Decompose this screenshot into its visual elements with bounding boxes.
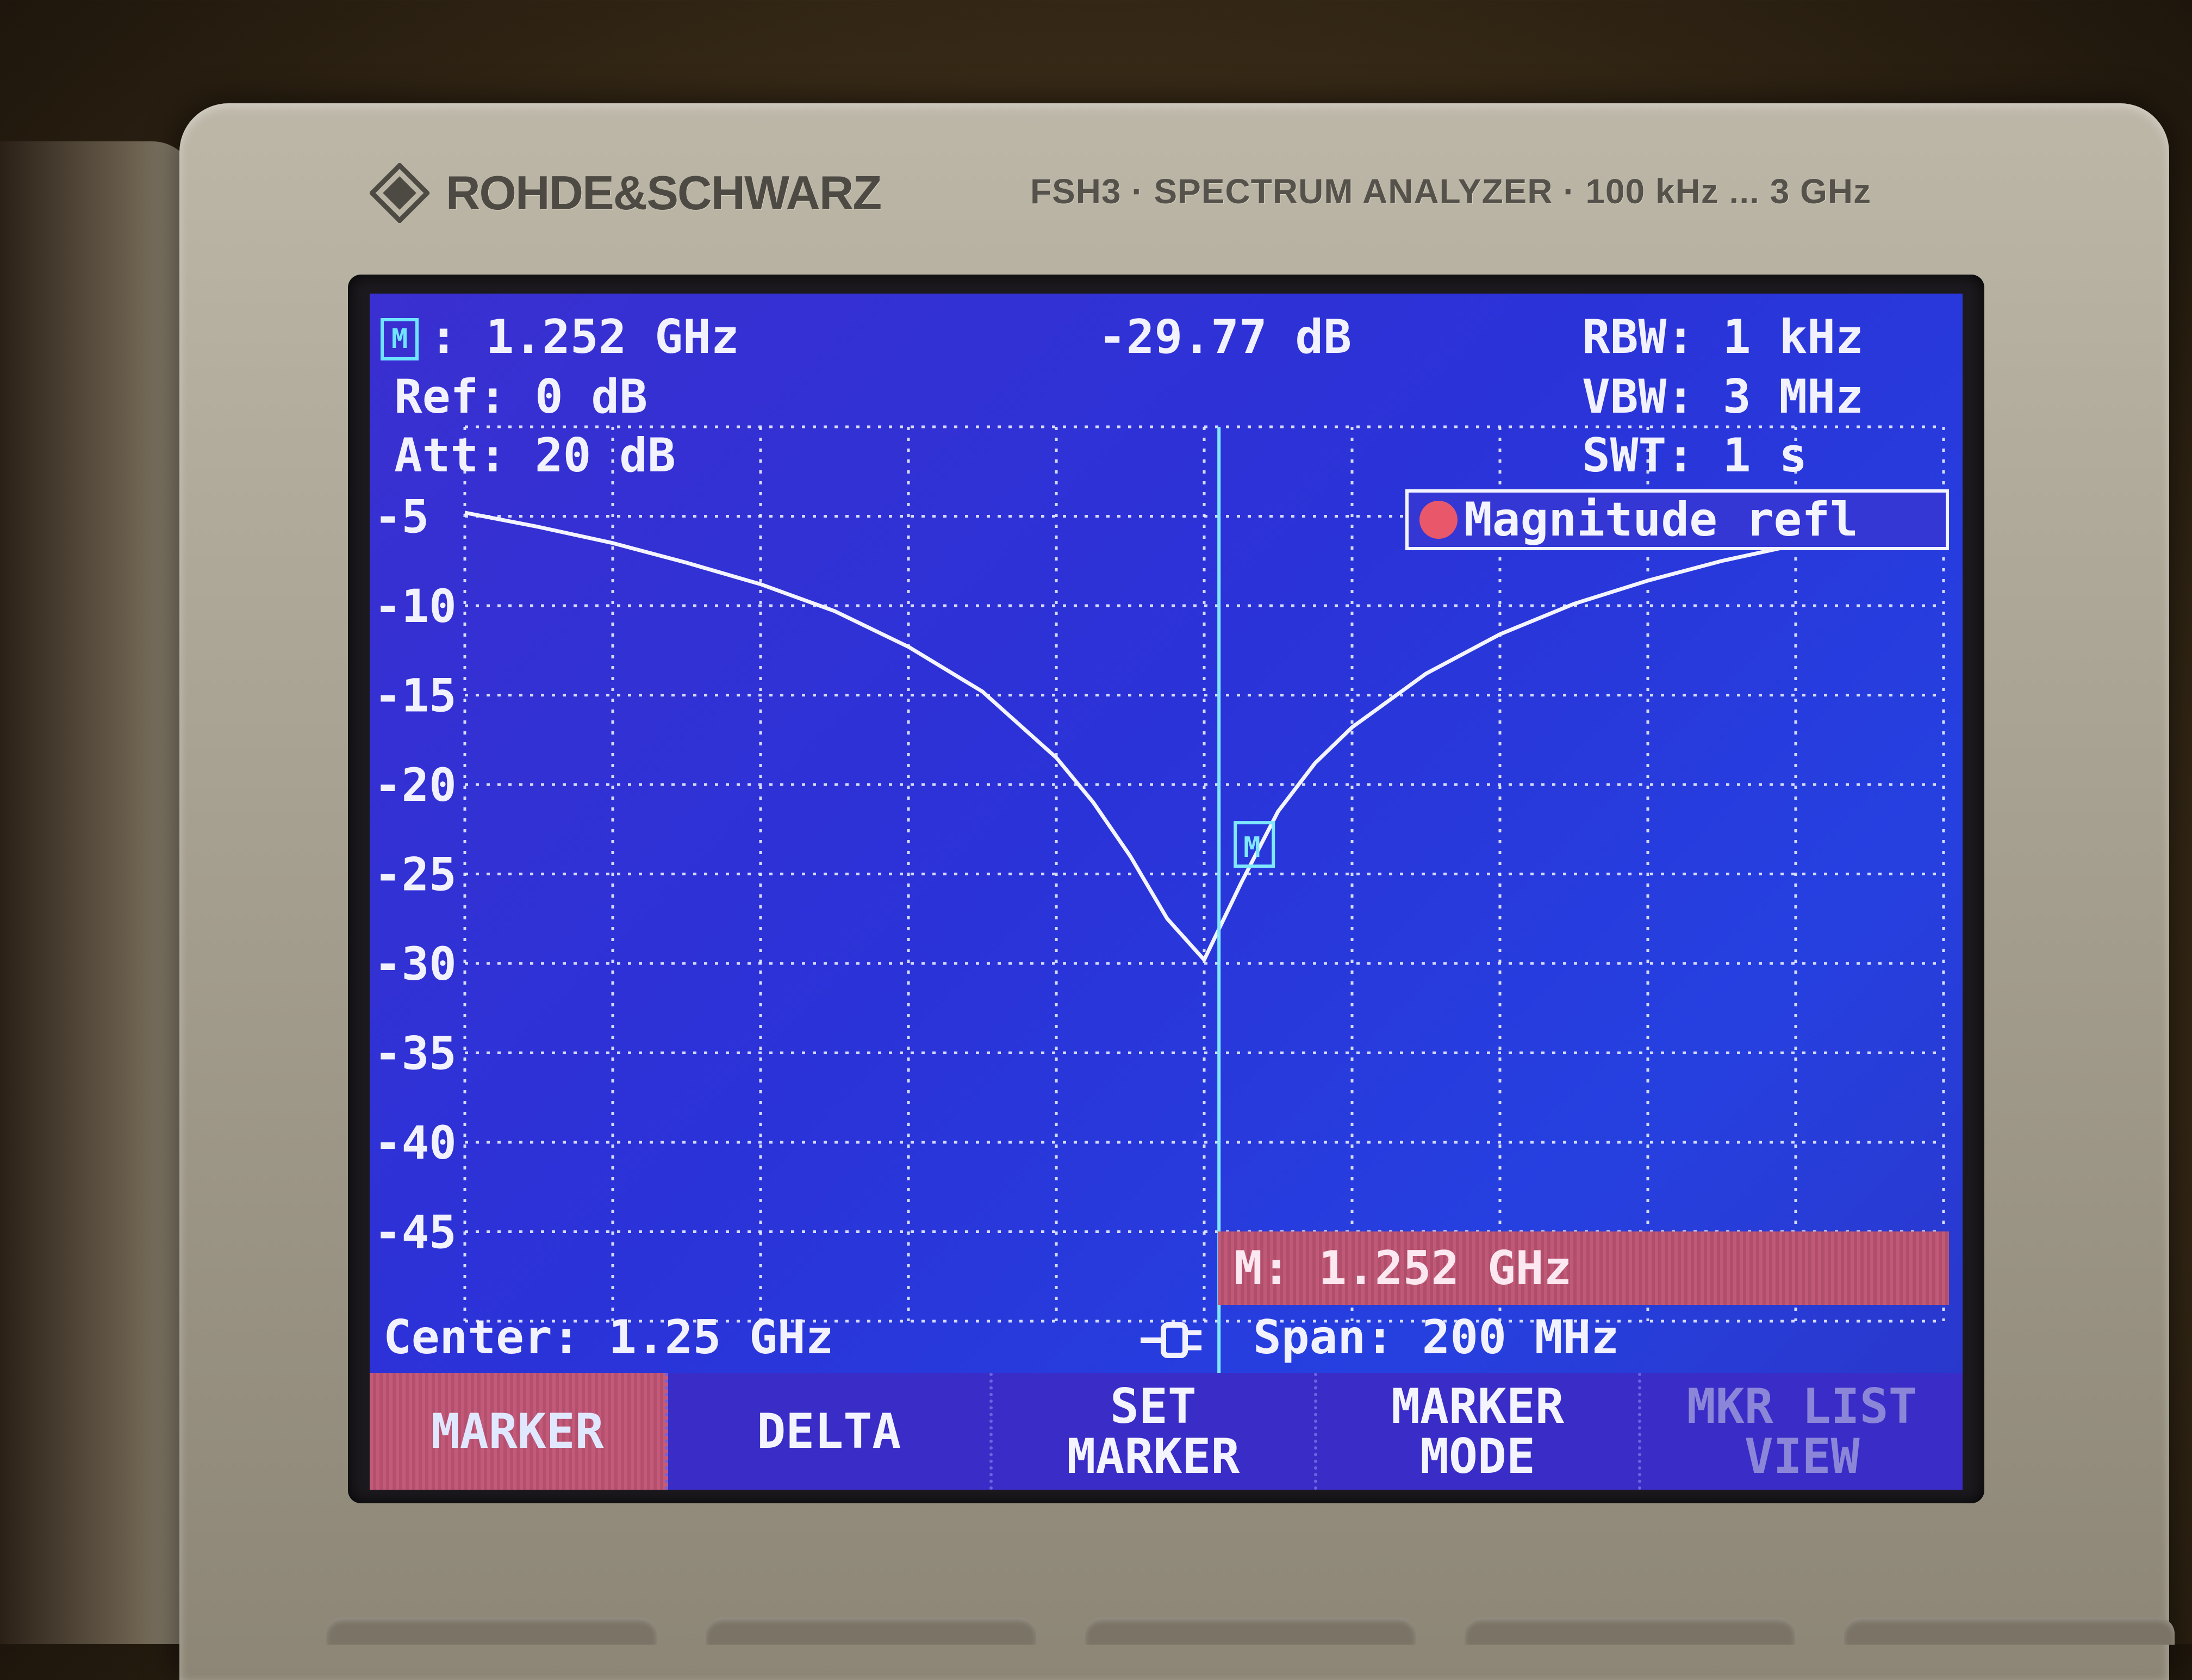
y-tick-label: -45	[374, 1206, 457, 1259]
center-frequency: Center: 1.25 GHz	[383, 1310, 834, 1365]
brand-name: ROHDE&SCHWARZ	[446, 166, 882, 220]
softkey-marker-mode[interactable]: MARKER MODE	[1317, 1373, 1642, 1490]
marker-level: -29.77 dB	[1098, 310, 1352, 364]
span-setting: Span: 200 MHz	[1253, 1310, 1620, 1365]
y-tick-label: -35	[374, 1027, 457, 1080]
reference-level: Ref: 0 dB	[394, 370, 647, 424]
sweep-time: SWT: 1 s	[1582, 428, 1808, 483]
rohde-schwarz-logo-icon	[370, 163, 429, 223]
y-tick-label: -15	[374, 669, 457, 723]
softkey-set-marker[interactable]: SET MARKER	[993, 1373, 1317, 1490]
vbw-setting: VBW: 3 MHz	[1582, 370, 1864, 424]
hardware-buttons	[326, 1617, 2175, 1645]
softkey-mkr-list-view[interactable]: MKR LIST VIEW	[1641, 1373, 1963, 1490]
marker-frequency: : 1.252 GHz	[429, 310, 739, 364]
marker-symbol-letter: M	[1243, 831, 1260, 864]
softkey-bar: MARKER DELTA SET MARKER MARKER MODE MKR …	[370, 1373, 1963, 1490]
hardware-button[interactable]	[1844, 1617, 2175, 1645]
legend-label: Magnitude refl	[1464, 493, 1858, 547]
device-shell-left	[0, 141, 196, 1644]
hardware-button[interactable]	[706, 1617, 1036, 1645]
attenuation: Att: 20 dB	[394, 428, 676, 483]
plug-icon	[1141, 1322, 1201, 1358]
softkey-marker[interactable]: MARKER	[370, 1373, 669, 1490]
rbw-setting: RBW: 1 kHz	[1582, 310, 1864, 364]
marker-m-icon: M	[381, 318, 419, 360]
hardware-button[interactable]	[326, 1617, 657, 1645]
y-tick-label: -20	[374, 758, 457, 812]
softkey-delta[interactable]: DELTA	[668, 1373, 993, 1490]
legend-dot-icon	[1419, 501, 1458, 539]
marker-readout-label: M: 1.252 GHz	[1234, 1241, 1572, 1296]
y-tick-label: -30	[374, 937, 457, 991]
hardware-button[interactable]	[1465, 1617, 1795, 1645]
y-tick-label: -25	[374, 848, 457, 901]
y-tick-label: -5	[374, 490, 429, 544]
model-label: FSH3 · SPECTRUM ANALYZER · 100 kHz ... 3…	[1030, 172, 1872, 211]
y-tick-label: -10	[374, 580, 457, 633]
brand-header: ROHDE&SCHWARZ	[370, 160, 882, 226]
hardware-button[interactable]	[1085, 1617, 1416, 1645]
marker-readout: M: 1.252 GHz	[1218, 1231, 1949, 1305]
trace-legend: Magnitude refl	[1405, 489, 1949, 550]
y-tick-label: -40	[374, 1116, 457, 1169]
